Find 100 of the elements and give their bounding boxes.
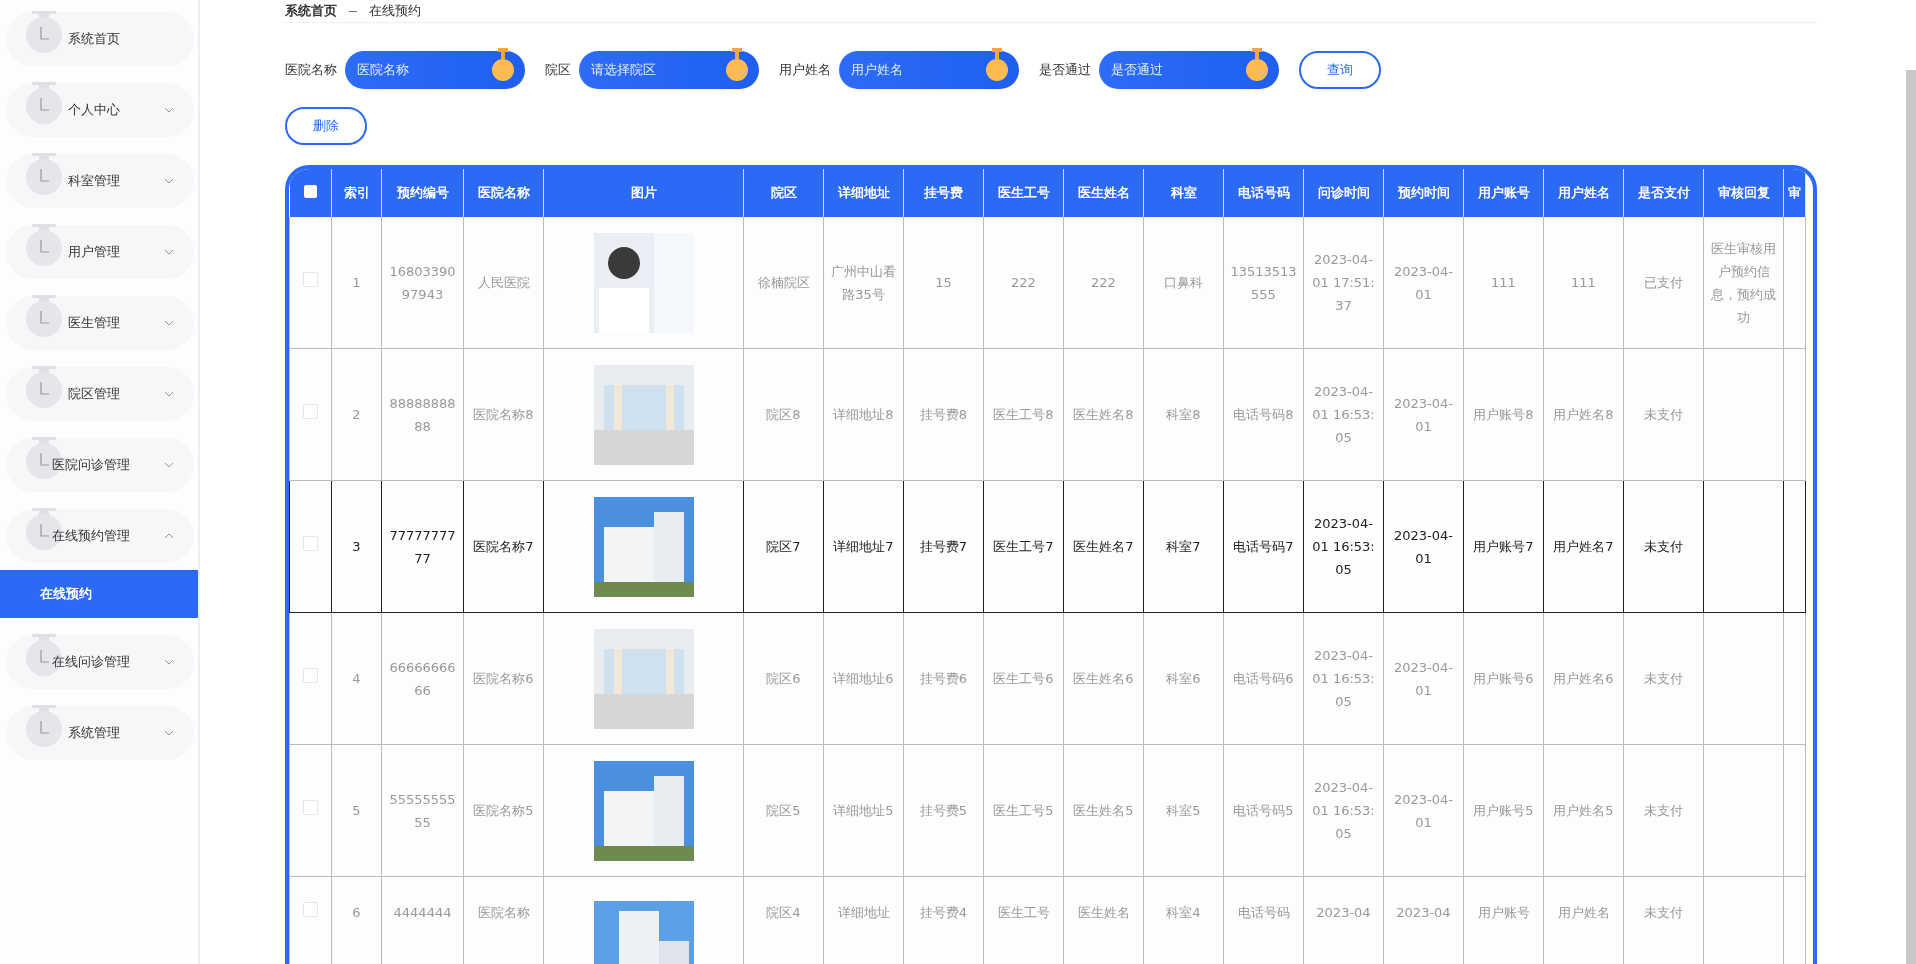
select-field[interactable]: 是否通过 xyxy=(1099,51,1279,89)
table-cell: 电话号码7 xyxy=(1233,539,1294,554)
column-header: 院区 xyxy=(743,169,824,217)
table-cell: 医生工号 xyxy=(997,905,1050,920)
sidebar-item[interactable]: 科室管理 xyxy=(6,154,194,208)
sidebar-item[interactable]: 个人中心 xyxy=(6,83,194,137)
column-header: 索引 xyxy=(331,169,382,217)
sidebar-item-label: 在线问诊管理 xyxy=(52,653,131,671)
column-header: 医生姓名 xyxy=(1063,169,1144,217)
search-button[interactable]: 查询 xyxy=(1299,51,1381,89)
column-header: 预约时间 xyxy=(1383,169,1464,217)
column-header: 医生工号 xyxy=(983,169,1064,217)
table-cell: 医生审核用户预约信息，预约成功 xyxy=(1711,240,1776,325)
table-cell: 医生工号7 xyxy=(993,539,1054,554)
table-cell: 2023-04-01 17:51:37 xyxy=(1312,252,1375,313)
sidebar-item[interactable]: 系统管理 xyxy=(6,706,194,760)
table-cell: 2023-04-01 16:53:05 xyxy=(1312,516,1375,577)
table-cell: 用户姓名5 xyxy=(1553,803,1614,818)
dropdown-knob-icon xyxy=(1245,48,1269,82)
table-cell: 医生姓名6 xyxy=(1073,671,1134,686)
row-checkbox[interactable] xyxy=(303,404,318,419)
row-checkbox[interactable] xyxy=(303,536,318,551)
table-cell: 8888888888 xyxy=(389,395,456,434)
breadcrumb-link[interactable]: 系统首页 xyxy=(285,2,337,20)
round-badge-icon xyxy=(26,153,62,197)
filter-label: 是否通过 xyxy=(1039,61,1091,79)
table-cell: 2023-04-01 16:53:05 xyxy=(1312,780,1375,841)
table-cell: 2023-04-01 xyxy=(1394,791,1453,830)
table-cell: 2023-04-01 xyxy=(1394,659,1453,698)
table-cell: 2023-04-01 xyxy=(1394,395,1453,434)
table-cell: 6666666666 xyxy=(389,659,456,698)
table-cell: 15 xyxy=(935,275,952,290)
chevron-icon xyxy=(164,178,174,184)
table-cell: 2023-04-01 16:53:05 xyxy=(1312,384,1375,445)
table-cell: 已支付 xyxy=(1644,275,1683,290)
submenu-item[interactable]: 在线预约 xyxy=(0,570,198,618)
table-cell: 用户账号7 xyxy=(1473,539,1534,554)
row-checkbox[interactable] xyxy=(303,272,318,287)
row-checkbox[interactable] xyxy=(303,902,318,917)
table-cell: 电话号码8 xyxy=(1233,407,1294,422)
table-cell: 科室6 xyxy=(1166,671,1201,686)
table-cell: 5555555555 xyxy=(389,791,456,830)
table-cell: 科室4 xyxy=(1166,905,1201,920)
table-cell: 院区8 xyxy=(766,407,801,422)
table-cell: 111 xyxy=(1571,275,1596,290)
breadcrumb-current: 在线预约 xyxy=(369,2,421,20)
sidebar-item[interactable]: 用户管理 xyxy=(6,225,194,279)
sidebar-item[interactable]: 在线问诊管理 xyxy=(6,635,194,689)
chevron-icon xyxy=(164,320,174,326)
select-all-checkbox[interactable] xyxy=(303,185,317,198)
sidebar-item-label: 院区管理 xyxy=(68,385,121,403)
sidebar-item[interactable]: 系统首页 xyxy=(6,12,194,66)
filter-label: 院区 xyxy=(545,61,571,79)
knob-icon xyxy=(491,48,515,82)
scrollbar[interactable] xyxy=(1906,70,1916,964)
table-cell: 医生工号8 xyxy=(993,407,1054,422)
round-badge-icon xyxy=(26,295,62,339)
table-cell: 用户账号6 xyxy=(1473,671,1534,686)
table-cell: 挂号费7 xyxy=(919,539,968,554)
select-field[interactable]: 请选择院区 xyxy=(579,51,759,89)
chevron-icon xyxy=(164,730,174,736)
column-header: 审核回复 xyxy=(1703,169,1784,217)
table-cell: 挂号费6 xyxy=(919,671,968,686)
table-cell: 6 xyxy=(352,905,361,920)
table-cell: 2023-04-01 xyxy=(1394,527,1453,566)
row-checkbox[interactable] xyxy=(303,668,318,683)
sidebar-item-label: 科室管理 xyxy=(68,172,121,190)
table-cell: 2 xyxy=(352,407,361,422)
table-cell: 2023-04-01 xyxy=(1394,263,1453,302)
filter-label: 用户姓名 xyxy=(779,61,831,79)
sidebar-item[interactable]: 医生管理 xyxy=(6,296,194,350)
table-cell: 医院名称5 xyxy=(473,803,534,818)
table-cell: 5 xyxy=(352,803,361,818)
table-cell: 科室5 xyxy=(1166,803,1201,818)
table-cell: 222 xyxy=(1091,275,1116,290)
column-header: 电话号码 xyxy=(1223,169,1304,217)
table-cell: 科室7 xyxy=(1166,539,1201,554)
table-cell: 挂号费8 xyxy=(919,407,968,422)
delete-button[interactable]: 删除 xyxy=(285,107,367,145)
table-cell: 医生工号6 xyxy=(993,671,1054,686)
table-cell: 医院名称8 xyxy=(473,407,534,422)
table-cell: 院区7 xyxy=(766,539,801,554)
sidebar-item[interactable]: 院区管理 xyxy=(6,367,194,421)
dropdown-knob-icon xyxy=(725,48,749,82)
sidebar-item-label: 系统管理 xyxy=(68,724,121,742)
chevron-icon xyxy=(164,107,174,113)
table-cell: 电话号码6 xyxy=(1233,671,1294,686)
table-cell: 医生工号5 xyxy=(993,803,1054,818)
column-header: 审 xyxy=(1783,169,1806,217)
table-cell: 用户姓名6 xyxy=(1553,671,1614,686)
sidebar-item[interactable]: 在线预约管理 xyxy=(6,509,194,563)
input-field[interactable]: 医院名称 xyxy=(345,51,525,89)
table-cell: 用户账号 xyxy=(1477,905,1530,920)
table-cell: 医院名称7 xyxy=(473,539,534,554)
table-cell: 医生姓名8 xyxy=(1073,407,1134,422)
table-cell: 111 xyxy=(1491,275,1516,290)
sidebar-item[interactable]: 医院问诊管理 xyxy=(6,438,194,492)
sidebar-item-label: 医院问诊管理 xyxy=(52,456,131,474)
input-field[interactable]: 用户姓名 xyxy=(839,51,1019,89)
row-checkbox[interactable] xyxy=(303,800,318,815)
